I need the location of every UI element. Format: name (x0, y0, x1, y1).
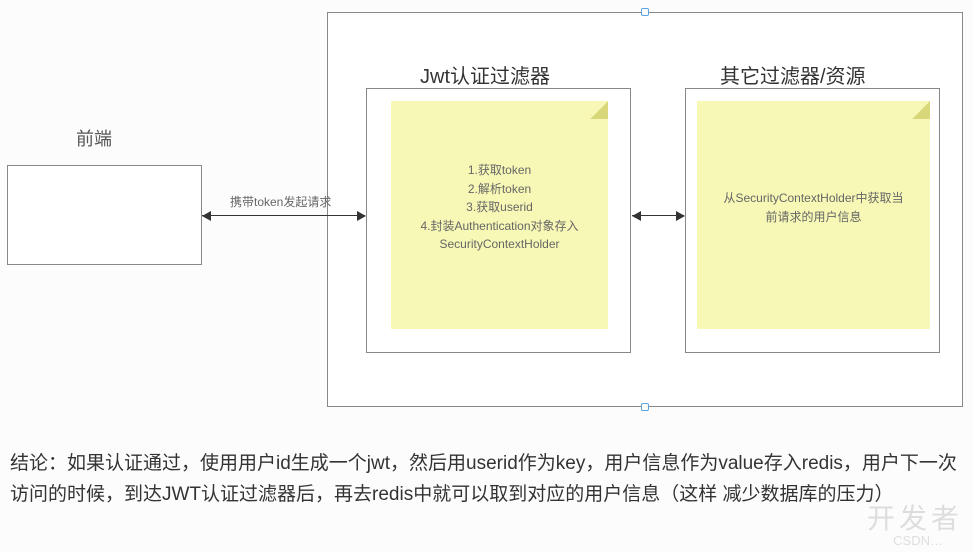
other-filter-title: 其它过滤器/资源 (720, 60, 866, 89)
diagram-canvas: 前端 Jwt认证过滤器 其它过滤器/资源 1.获取token 2.解析token… (0, 0, 973, 425)
jwt-note-text: 1.获取token 2.解析token 3.获取userid 4.封装Authe… (391, 161, 608, 254)
arrow-head-left-icon (202, 211, 211, 221)
other-note-text: 从SecurityContextHolder中获取当 前请求的用户信息 (697, 189, 930, 226)
frontend-label: 前端 (76, 125, 112, 151)
arrow-label-token-request: 携带token发起请求 (230, 193, 331, 210)
jwt-filter-title: Jwt认证过滤器 (420, 60, 550, 89)
arrow-head-right-icon (357, 211, 366, 221)
arrow-head-right-icon (676, 211, 685, 221)
frontend-box (7, 165, 202, 265)
watermark-source: CSDN… (893, 533, 943, 548)
selection-handle-top[interactable] (641, 8, 649, 16)
caption-text: 结论：如果认证通过，使用用户id生成一个jwt，然后用userid作为key，用… (10, 448, 960, 511)
other-note: 从SecurityContextHolder中获取当 前请求的用户信息 (697, 101, 930, 329)
watermark-brand: 开发者 (867, 497, 963, 537)
arrow-frontend-filter (202, 215, 365, 216)
jwt-note: 1.获取token 2.解析token 3.获取userid 4.封装Authe… (391, 101, 608, 329)
arrow-head-left-icon (632, 211, 641, 221)
selection-handle-bottom[interactable] (641, 403, 649, 411)
